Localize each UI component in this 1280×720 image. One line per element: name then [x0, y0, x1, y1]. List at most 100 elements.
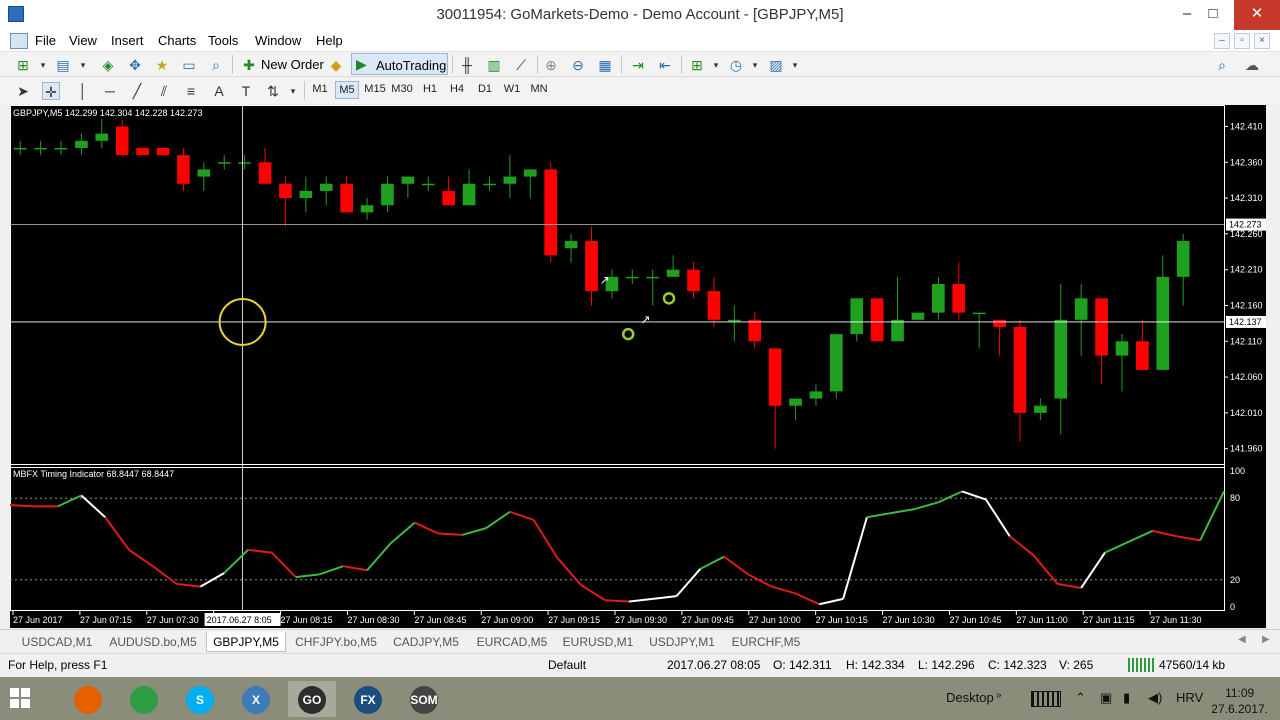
mdi-minimize-button[interactable]: – [1214, 33, 1230, 49]
go-app-taskbar-button[interactable]: GO [288, 681, 336, 717]
bear-candle [136, 147, 149, 156]
tab-eurchf-m5[interactable]: EURCHF,M5 [726, 632, 806, 652]
timeframe-m15[interactable]: M15 [363, 83, 387, 95]
mdi-close-button[interactable]: × [1254, 33, 1270, 49]
arrows-icon[interactable]: ⇅ [264, 82, 282, 100]
equidistant-channel-icon[interactable]: ⫽ [155, 82, 173, 100]
zoom-in-icon[interactable]: ⊕ [542, 56, 560, 74]
menu-insert[interactable]: Insert [111, 33, 144, 48]
desktop-toolbar-label[interactable]: Desktop [946, 690, 994, 705]
network-icon[interactable]: ▮ [1123, 690, 1130, 706]
tab-gbpjpy-m5[interactable]: GBPJPY,M5 [206, 632, 286, 652]
action-center-icon[interactable]: ▣ [1100, 690, 1112, 706]
chevron-down-icon[interactable]: ▾ [786, 56, 804, 74]
timeframe-w1[interactable]: W1 [500, 83, 524, 95]
tab-usdjpy-m1[interactable]: USDJPY,M1 [642, 632, 722, 652]
trendline-icon[interactable]: ╱ [128, 82, 146, 100]
market-watch-icon[interactable]: ◈ [99, 56, 117, 74]
x-app-taskbar-button[interactable]: X [232, 681, 280, 717]
chevron-down-icon[interactable]: ▾ [707, 56, 725, 74]
timeframe-mn[interactable]: MN [527, 83, 551, 95]
tile-windows-icon[interactable]: ▦ [596, 56, 614, 74]
price-chart-canvas[interactable]: 142.410142.360142.310142.260142.210142.1… [10, 105, 1266, 628]
clock[interactable]: 11:09 27.6.2017. [1211, 685, 1268, 717]
data-window-icon[interactable]: ✥ [126, 56, 144, 74]
windows-start-icon[interactable] [10, 688, 30, 708]
chart-window[interactable]: 142.410 142.360 142.310 142.260 142.210 142.1… [10, 105, 1266, 628]
indicator-segment [80, 494, 106, 518]
text-label-icon[interactable]: T [237, 82, 255, 100]
tab-usdcad-m1[interactable]: USDCAD,M1 [14, 632, 100, 652]
templates-icon[interactable]: ▨ [767, 56, 785, 74]
menu-view[interactable]: View [69, 33, 97, 48]
periods-clock-icon[interactable]: ◷ [727, 56, 745, 74]
chat-icon[interactable]: ☁ [1243, 56, 1261, 74]
chevron-down-icon[interactable]: ▾ [746, 56, 764, 74]
timeframe-h1[interactable]: H1 [418, 83, 442, 95]
horizontal-line-icon[interactable]: ─ [101, 82, 119, 100]
tab-scroll-right-icon[interactable]: ▶ [1262, 634, 1270, 645]
menu-window[interactable]: Window [255, 33, 301, 48]
timeframe-m5[interactable]: M5 [335, 81, 359, 99]
bar-chart-icon[interactable]: ╫ [458, 56, 476, 74]
chart-window-icon[interactable] [10, 33, 28, 49]
tab-chfjpy-bo-m5[interactable]: CHFJPY.bo,M5 [290, 632, 382, 652]
maximize-button[interactable]: □ [1196, 0, 1230, 30]
language-indicator[interactable]: HRV [1176, 690, 1203, 705]
terminal-icon[interactable]: ▭ [180, 56, 198, 74]
menu-charts[interactable]: Charts [158, 33, 196, 48]
tab-eurusd-m1[interactable]: EURUSD,M1 [558, 632, 638, 652]
timeframe-d1[interactable]: D1 [473, 83, 497, 95]
chart-shift-icon[interactable]: ⇤ [656, 56, 674, 74]
new-order-icon[interactable]: ✚ [240, 56, 258, 74]
keyboard-icon[interactable] [1031, 691, 1061, 707]
autotrading-button[interactable]: ▶ AutoTrading [351, 53, 448, 75]
indicators-icon[interactable]: ⊞ [688, 56, 706, 74]
desktop-chevron-icon[interactable]: » [996, 690, 1002, 701]
candlestick-icon[interactable]: ▥ [485, 56, 503, 74]
new-order-button[interactable]: New Order [261, 57, 324, 72]
new-chart-icon[interactable]: ⊞ [14, 56, 32, 74]
menu-file[interactable]: File [35, 33, 56, 48]
som-app-taskbar-button[interactable]: SOM [400, 681, 448, 717]
cursor-icon[interactable]: ➤ [14, 82, 32, 100]
tray-expand-icon[interactable]: ⌃ [1075, 690, 1086, 706]
crosshair-icon[interactable]: ✛ [42, 82, 60, 100]
line-chart-icon[interactable]: ⟋ [512, 56, 530, 74]
vertical-line-icon[interactable]: │ [74, 82, 92, 100]
volume-icon[interactable]: ◀) [1148, 690, 1162, 706]
mdi-restore-button[interactable]: ▫ [1234, 33, 1250, 49]
tab-cadjpy-m5[interactable]: CADJPY,M5 [386, 632, 466, 652]
profiles-icon[interactable]: ▤ [54, 56, 72, 74]
skype-taskbar-button[interactable]: S [176, 681, 224, 717]
tab-eurcad-m5[interactable]: EURCAD,M5 [470, 632, 554, 652]
toolbar-separator [232, 55, 233, 74]
bear-candle [768, 348, 782, 406]
navigator-icon[interactable]: ★ [153, 56, 171, 74]
fibonacci-icon[interactable]: ≡ [182, 82, 200, 100]
fx-app-taskbar-button[interactable]: FX [344, 681, 392, 717]
timeframe-h4[interactable]: H4 [445, 83, 469, 95]
chevron-down-icon[interactable]: ▾ [74, 56, 92, 74]
tab-audusd-bo-m5[interactable]: AUDUSD.bo,M5 [104, 632, 202, 652]
close-button[interactable]: ✕ [1234, 0, 1280, 30]
indicator-segment [628, 597, 653, 603]
chevron-down-icon[interactable]: ▾ [284, 82, 302, 100]
chevron-down-icon[interactable]: ▾ [34, 56, 52, 74]
timeframe-m1[interactable]: M1 [308, 83, 332, 95]
time-tick-label: 27 Jun 10:15 [816, 615, 868, 625]
strategy-tester-icon[interactable]: ⌕ [207, 56, 225, 74]
tab-scroll-left-icon[interactable]: ◀ [1238, 634, 1246, 645]
menu-tools[interactable]: Tools [208, 33, 238, 48]
timeframe-m30[interactable]: M30 [390, 83, 414, 95]
chrome-taskbar-button[interactable] [120, 681, 168, 717]
indicator-segment [914, 501, 939, 511]
zoom-out-icon[interactable]: ⊖ [569, 56, 587, 74]
menu-help[interactable]: Help [316, 33, 343, 48]
autoscroll-icon[interactable]: ⇥ [629, 56, 647, 74]
text-icon[interactable]: A [210, 82, 228, 100]
trade-marker-icon [621, 327, 635, 341]
firefox-taskbar-button[interactable] [64, 681, 112, 717]
metaeditor-icon[interactable]: ◆ [327, 56, 345, 74]
search-icon[interactable]: ⌕ [1213, 56, 1231, 74]
